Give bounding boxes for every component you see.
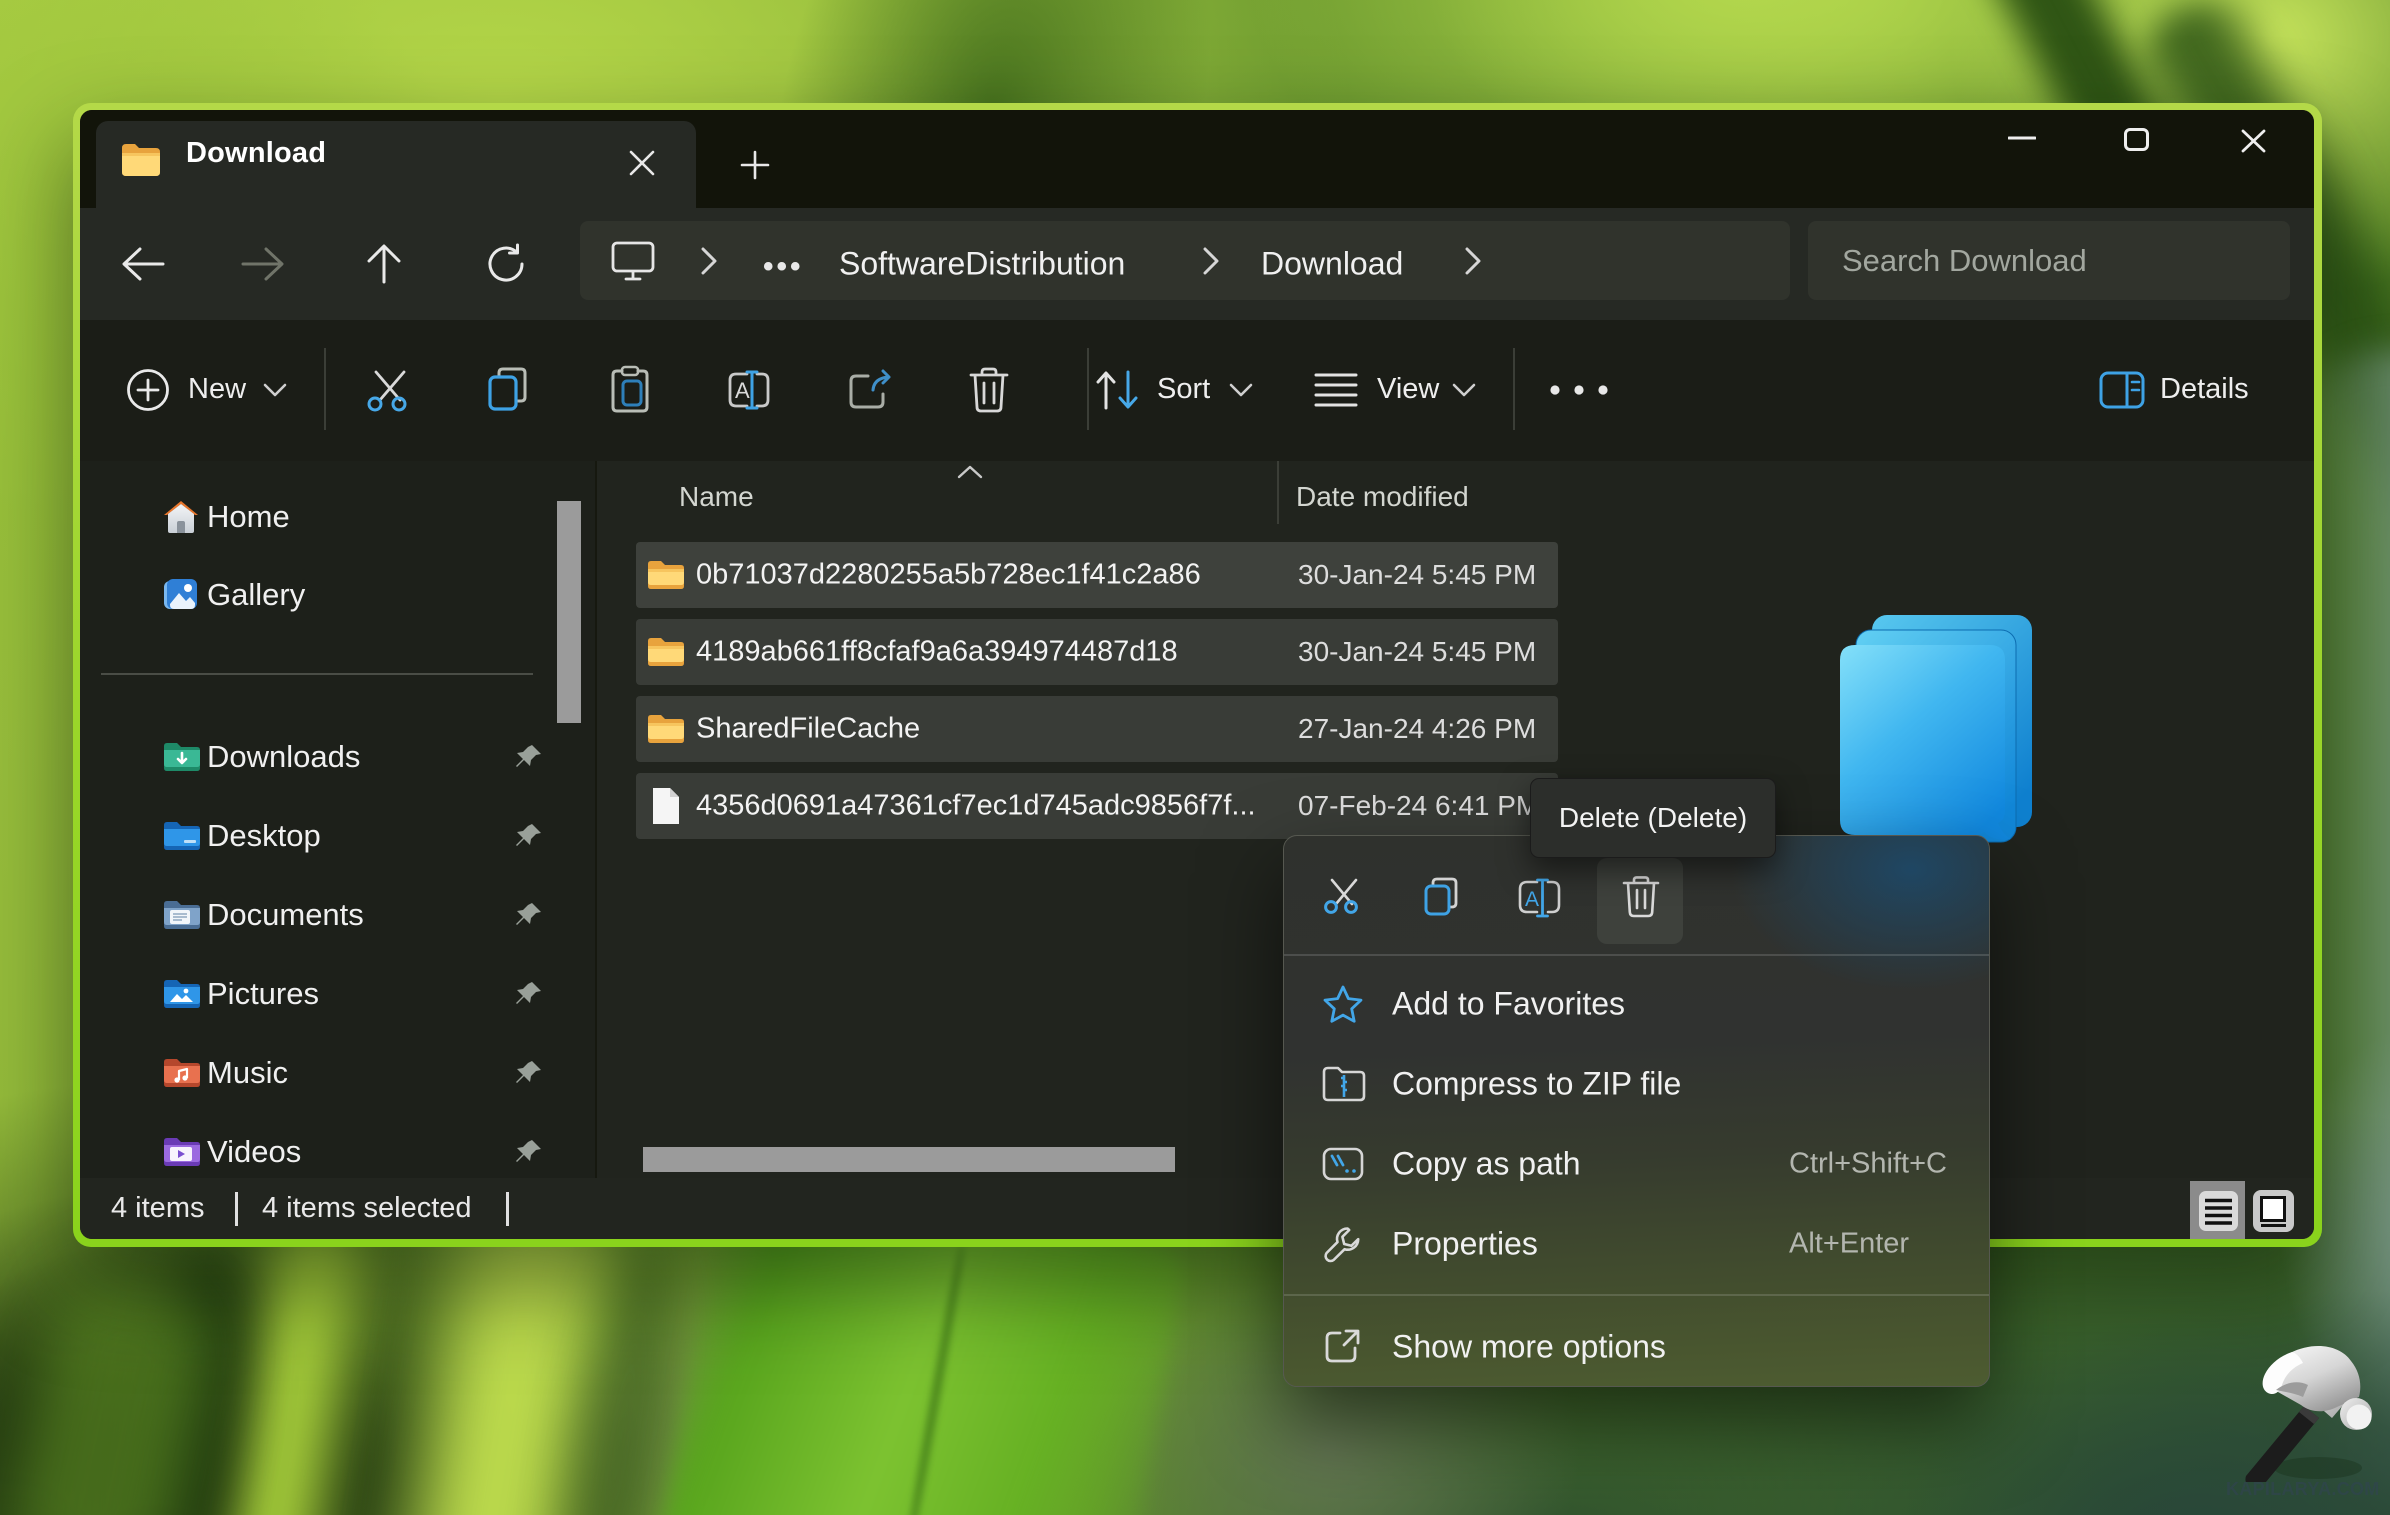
- svg-text:A: A: [735, 378, 750, 403]
- svg-text:A: A: [1525, 888, 1539, 911]
